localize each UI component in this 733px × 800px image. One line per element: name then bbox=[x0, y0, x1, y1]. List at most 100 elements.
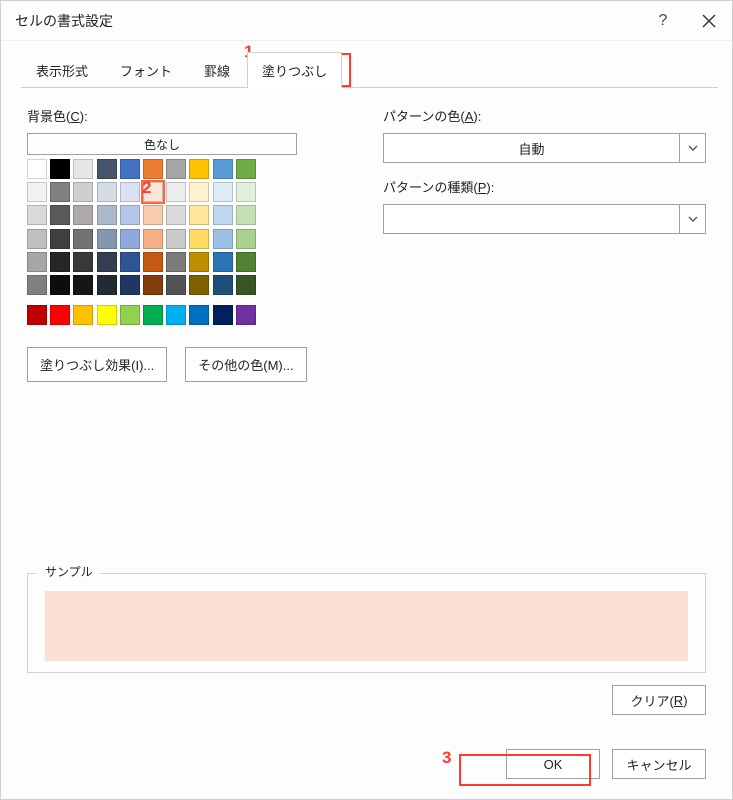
color-swatch[interactable] bbox=[236, 275, 256, 295]
color-swatch[interactable] bbox=[97, 205, 117, 225]
color-swatch[interactable] bbox=[27, 182, 47, 202]
color-swatch[interactable] bbox=[50, 205, 70, 225]
color-swatch[interactable] bbox=[120, 252, 140, 272]
dialog-body: 背景色(C): 色なし 塗りつぶし効果(I)... その他の色(M)... パタ… bbox=[1, 88, 732, 563]
color-swatch[interactable] bbox=[166, 159, 186, 179]
color-swatch[interactable] bbox=[73, 205, 93, 225]
tab-strip: 表示形式 フォント 罫線 塗りつぶし bbox=[1, 51, 732, 87]
color-swatch[interactable] bbox=[120, 229, 140, 249]
color-swatch[interactable] bbox=[120, 275, 140, 295]
color-swatch[interactable] bbox=[166, 205, 186, 225]
color-swatch[interactable] bbox=[97, 229, 117, 249]
color-swatch[interactable] bbox=[27, 229, 47, 249]
cancel-button[interactable]: キャンセル bbox=[612, 749, 706, 779]
color-swatch[interactable] bbox=[143, 182, 163, 202]
color-swatch[interactable] bbox=[97, 182, 117, 202]
color-swatch[interactable] bbox=[213, 275, 233, 295]
color-swatch[interactable] bbox=[73, 305, 93, 325]
color-swatch[interactable] bbox=[143, 159, 163, 179]
color-swatch[interactable] bbox=[97, 305, 117, 325]
tab-number-format[interactable]: 表示形式 bbox=[21, 52, 103, 88]
color-swatch[interactable] bbox=[73, 229, 93, 249]
color-swatch[interactable] bbox=[27, 159, 47, 179]
color-swatch[interactable] bbox=[166, 252, 186, 272]
color-swatch[interactable] bbox=[213, 159, 233, 179]
close-icon bbox=[702, 14, 716, 28]
tab-font[interactable]: フォント bbox=[105, 52, 187, 88]
close-button[interactable] bbox=[686, 1, 732, 41]
ok-button[interactable]: OK bbox=[506, 749, 600, 779]
title-bar: セルの書式設定 ? bbox=[1, 1, 732, 41]
color-swatch[interactable] bbox=[189, 205, 209, 225]
color-swatch[interactable] bbox=[166, 305, 186, 325]
sample-section: サンプル bbox=[27, 563, 706, 673]
color-swatch[interactable] bbox=[236, 159, 256, 179]
pattern-color-dropdown[interactable] bbox=[680, 133, 706, 163]
sample-preview bbox=[45, 591, 688, 661]
clear-button[interactable]: クリア(R) bbox=[612, 685, 706, 715]
color-swatch[interactable] bbox=[166, 182, 186, 202]
color-swatch[interactable] bbox=[50, 182, 70, 202]
color-swatch[interactable] bbox=[143, 229, 163, 249]
color-swatch[interactable] bbox=[120, 305, 140, 325]
color-swatch[interactable] bbox=[143, 305, 163, 325]
bg-color-label: 背景色(C): bbox=[27, 106, 337, 125]
color-swatch[interactable] bbox=[213, 305, 233, 325]
color-swatch[interactable] bbox=[143, 252, 163, 272]
color-swatch[interactable] bbox=[27, 305, 47, 325]
tab-border[interactable]: 罫線 bbox=[189, 52, 245, 88]
color-swatch[interactable] bbox=[236, 182, 256, 202]
pattern-type-label: パターンの種類(P): bbox=[383, 177, 706, 196]
color-swatch[interactable] bbox=[27, 252, 47, 272]
help-button[interactable]: ? bbox=[640, 1, 686, 41]
color-swatch[interactable] bbox=[213, 205, 233, 225]
dialog-cell-format: セルの書式設定 ? 表示形式 フォント 罫線 塗りつぶし 背景色(C): 色なし bbox=[0, 0, 733, 800]
chevron-down-icon bbox=[688, 214, 698, 224]
color-swatch[interactable] bbox=[50, 252, 70, 272]
color-swatch[interactable] bbox=[97, 275, 117, 295]
color-swatch[interactable] bbox=[189, 182, 209, 202]
color-swatch[interactable] bbox=[166, 229, 186, 249]
color-swatch[interactable] bbox=[189, 159, 209, 179]
color-swatch[interactable] bbox=[143, 275, 163, 295]
pattern-color-label: パターンの色(A): bbox=[383, 106, 706, 125]
color-swatch[interactable] bbox=[236, 252, 256, 272]
color-swatch[interactable] bbox=[73, 182, 93, 202]
color-swatch[interactable] bbox=[120, 182, 140, 202]
color-swatch[interactable] bbox=[166, 275, 186, 295]
pattern-color-field: 自動 bbox=[383, 133, 706, 163]
color-swatch[interactable] bbox=[50, 275, 70, 295]
color-swatch[interactable] bbox=[73, 252, 93, 272]
pattern-color-select[interactable]: 自動 bbox=[383, 133, 680, 163]
color-swatch[interactable] bbox=[27, 205, 47, 225]
color-swatch[interactable] bbox=[97, 252, 117, 272]
more-colors-button[interactable]: その他の色(M)... bbox=[185, 347, 306, 382]
pattern-type-field bbox=[383, 204, 706, 234]
color-swatch[interactable] bbox=[236, 205, 256, 225]
color-swatch[interactable] bbox=[97, 159, 117, 179]
color-swatch[interactable] bbox=[50, 305, 70, 325]
color-swatch[interactable] bbox=[73, 159, 93, 179]
color-swatch[interactable] bbox=[27, 275, 47, 295]
color-swatch[interactable] bbox=[213, 229, 233, 249]
color-swatch[interactable] bbox=[213, 182, 233, 202]
color-swatch[interactable] bbox=[213, 252, 233, 272]
fill-effects-button[interactable]: 塗りつぶし効果(I)... bbox=[27, 347, 167, 382]
color-swatch[interactable] bbox=[236, 305, 256, 325]
color-swatch[interactable] bbox=[50, 159, 70, 179]
pattern-type-dropdown[interactable] bbox=[680, 204, 706, 234]
color-swatch[interactable] bbox=[120, 205, 140, 225]
color-swatch[interactable] bbox=[236, 229, 256, 249]
pattern-section: パターンの色(A): 自動 パターンの種類(P): bbox=[383, 106, 706, 555]
color-swatch[interactable] bbox=[189, 305, 209, 325]
color-swatch[interactable] bbox=[73, 275, 93, 295]
tab-fill[interactable]: 塗りつぶし bbox=[247, 52, 342, 88]
pattern-type-select[interactable] bbox=[383, 204, 680, 234]
color-swatch[interactable] bbox=[120, 159, 140, 179]
color-swatch[interactable] bbox=[50, 229, 70, 249]
color-swatch[interactable] bbox=[189, 252, 209, 272]
no-color-button[interactable]: 色なし bbox=[27, 133, 297, 155]
color-swatch[interactable] bbox=[143, 205, 163, 225]
color-swatch[interactable] bbox=[189, 275, 209, 295]
color-swatch[interactable] bbox=[189, 229, 209, 249]
